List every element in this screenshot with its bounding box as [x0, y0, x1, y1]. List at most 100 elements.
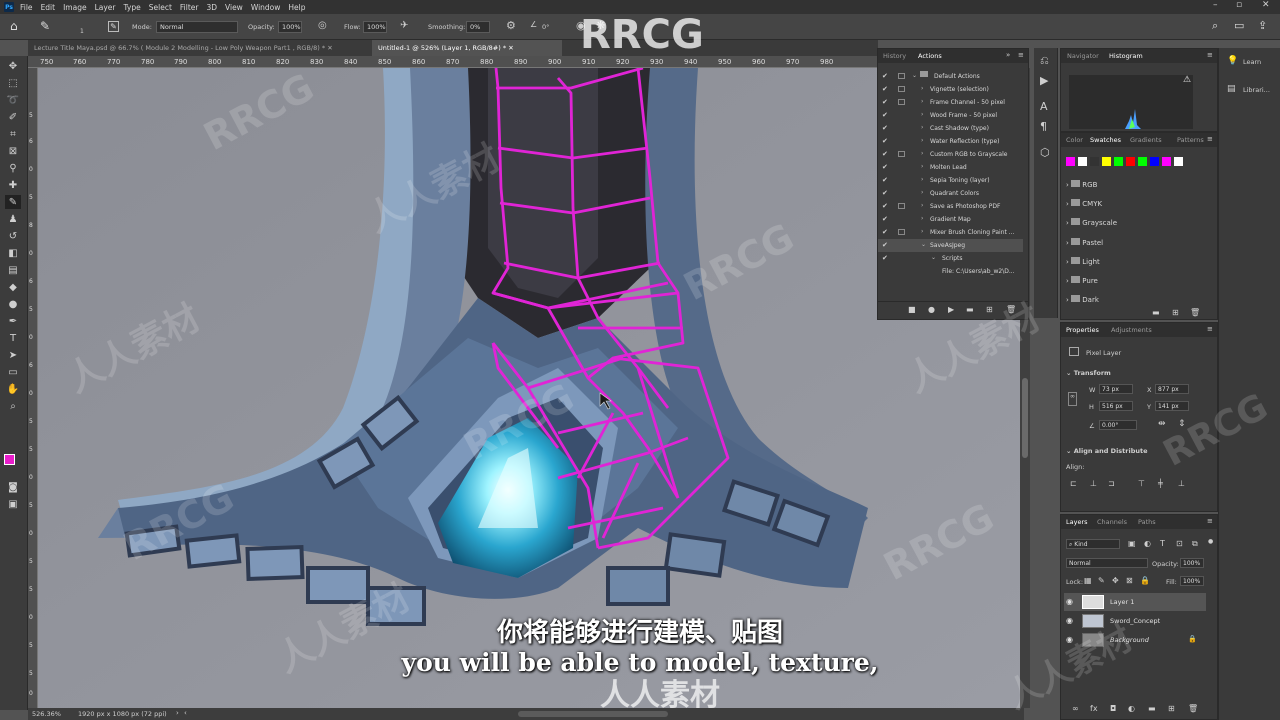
layer-opacity-input[interactable]: 100% [1180, 558, 1204, 568]
scroll-left-icon[interactable]: ‹ [184, 709, 187, 717]
check-icon[interactable]: ✔ [882, 241, 888, 249]
brush-tool-icon[interactable]: ✎ [5, 195, 21, 209]
menu-edit[interactable]: Edit [41, 3, 56, 12]
blend-mode-select[interactable]: Normal [1066, 558, 1148, 568]
expand-triangle-icon[interactable]: › [921, 111, 923, 118]
maximize-icon[interactable]: ▫ [1236, 0, 1242, 10]
3d-cube-icon[interactable]: ⬡ [1040, 146, 1050, 159]
close-tab-icon[interactable]: ✕ [327, 44, 332, 52]
tab-swatches[interactable]: Swatches [1090, 136, 1121, 144]
airbrush-icon[interactable]: ✈ [400, 20, 408, 31]
swatch-folder[interactable]: › Grayscale [1066, 218, 1117, 227]
panel-menu-icon[interactable]: ≡ [1207, 517, 1213, 525]
lock-artboard-icon[interactable]: ⊠ [1126, 576, 1133, 585]
align-hcenter-icon[interactable]: ⊥ [1090, 479, 1097, 488]
search-icon[interactable]: ⌕ [1212, 19, 1218, 33]
swatch-color[interactable] [1090, 157, 1099, 166]
check-icon[interactable]: ✔ [882, 215, 888, 223]
swatch-folder[interactable]: › CMYK [1066, 199, 1102, 208]
opacity-input[interactable]: 100% [278, 21, 302, 33]
tab-color[interactable]: Color [1066, 136, 1083, 144]
action-row[interactable]: ✔ › Mixer Brush Cloning Paint ... [878, 226, 1023, 239]
action-row[interactable]: File: C:\Users\ab_w2\D... [878, 265, 1023, 278]
hand-tool-icon[interactable]: ✋ [5, 382, 21, 396]
menu-file[interactable]: File [20, 3, 33, 12]
eye-icon[interactable]: ◉ [1066, 597, 1073, 606]
expand-triangle-icon[interactable]: › [921, 163, 923, 170]
expand-triangle-icon[interactable]: › [921, 189, 923, 196]
chevron-right-icon[interactable]: › [1066, 200, 1069, 208]
action-row-selected[interactable]: ✔ ⌄ SaveAsJpeg [878, 239, 1023, 252]
check-icon[interactable]: ✔ [882, 176, 888, 184]
swatch-folder[interactable]: › Pastel [1066, 238, 1103, 247]
pen-tool-icon[interactable]: ✒ [5, 314, 21, 328]
trash-icon[interactable]: 🗑 [1190, 308, 1200, 317]
pressure-opacity-icon[interactable]: ◎ [318, 20, 327, 31]
menu-type[interactable]: Type [124, 3, 141, 12]
filter-toggle-icon[interactable]: ● [1208, 538, 1213, 545]
trash-icon[interactable]: 🗑 [1006, 305, 1016, 314]
check-icon[interactable]: ✔ [882, 72, 888, 80]
swatch-color[interactable] [1126, 157, 1135, 166]
action-row[interactable]: ✔ ⌄ Scripts [878, 252, 1023, 265]
brush-settings-icon[interactable]: ✎ [108, 21, 119, 32]
transform-section[interactable]: ⌄ Transform [1066, 369, 1111, 377]
dialog-toggle-icon[interactable] [898, 203, 905, 209]
adjustment-icon[interactable]: ◐ [1128, 704, 1135, 713]
filter-type-icon[interactable]: T [1160, 539, 1165, 548]
menu-window[interactable]: Window [251, 3, 281, 12]
lock-transparent-icon[interactable]: ▦ [1084, 576, 1092, 585]
close-icon[interactable]: ✕ [1262, 0, 1270, 10]
action-row[interactable]: ✔ ⌄ Default Actions [878, 70, 1023, 83]
panel-menu-icon[interactable]: ≡ [1207, 325, 1213, 333]
share-icon[interactable]: ⇪ [1258, 19, 1267, 32]
swatch-color[interactable] [1150, 157, 1159, 166]
quick-select-icon[interactable]: ✐ [5, 110, 21, 124]
link-layers-icon[interactable]: ∞ [1072, 704, 1079, 713]
tab-adjustments[interactable]: Adjustments [1111, 326, 1152, 334]
swatch-color[interactable] [1102, 157, 1111, 166]
learn-icon[interactable]: 💡 [1227, 56, 1238, 66]
layer-row-selected[interactable]: ◉ Layer 1 [1064, 593, 1206, 611]
smoothing-input[interactable]: 0% [466, 21, 490, 33]
dialog-toggle-icon[interactable] [898, 151, 905, 157]
character-icon[interactable]: A [1040, 100, 1048, 113]
clone-stamp-icon[interactable]: ♟ [5, 212, 21, 226]
panel-menu-icon[interactable]: ≡ [1207, 135, 1213, 143]
move-tool-icon[interactable]: ✥ [5, 59, 21, 73]
swatch-color[interactable] [1174, 157, 1183, 166]
expand-triangle-icon[interactable]: › [921, 137, 923, 144]
gear-icon[interactable]: ⚙ [506, 19, 516, 32]
link-icon[interactable]: ∞ [1068, 392, 1077, 406]
tab-untitled-1[interactable]: Untitled-1 @ 526% (Layer 1, RGB/8#) * ✕ [372, 40, 562, 56]
menu-layer[interactable]: Layer [95, 3, 116, 12]
expand-triangle-icon[interactable]: › [921, 150, 923, 157]
record-icon[interactable]: ● [928, 305, 935, 314]
swatch-color[interactable] [1078, 157, 1087, 166]
brush-tool-icon[interactable]: ✎ [40, 19, 50, 33]
horizontal-scroll-thumb[interactable] [518, 711, 668, 717]
new-set-icon[interactable]: ▬ [966, 305, 974, 314]
pressure-size-icon[interactable]: ◉ [576, 19, 586, 32]
check-icon[interactable]: ✔ [882, 111, 888, 119]
tab-history[interactable]: History [883, 52, 906, 60]
new-layer-icon[interactable]: ⊞ [1168, 704, 1175, 713]
tab-actions[interactable]: Actions [918, 52, 942, 60]
check-icon[interactable]: ✔ [882, 163, 888, 171]
flip-vertical-icon[interactable]: ⇕ [1178, 419, 1186, 429]
mode-select[interactable]: Normal [156, 21, 238, 33]
quick-mask-icon[interactable]: ◙ [5, 480, 21, 494]
expand-triangle-icon[interactable]: › [921, 85, 923, 92]
height-input[interactable]: 516 px [1099, 401, 1133, 411]
flow-input[interactable]: 100% [363, 21, 387, 33]
swatch-color[interactable] [1066, 157, 1075, 166]
swatch-folder[interactable]: › Dark [1066, 295, 1099, 304]
foreground-color-swatch[interactable] [4, 454, 15, 465]
eraser-icon[interactable]: ◧ [5, 246, 21, 260]
lock-all-icon[interactable]: 🔒 [1140, 576, 1150, 585]
check-icon[interactable]: ✔ [882, 202, 888, 210]
menu-3d[interactable]: 3D [206, 3, 217, 12]
align-top-icon[interactable]: ⊤ [1138, 479, 1145, 488]
mask-icon[interactable]: ◘ [1110, 704, 1116, 713]
width-input[interactable]: 73 px [1099, 384, 1133, 394]
